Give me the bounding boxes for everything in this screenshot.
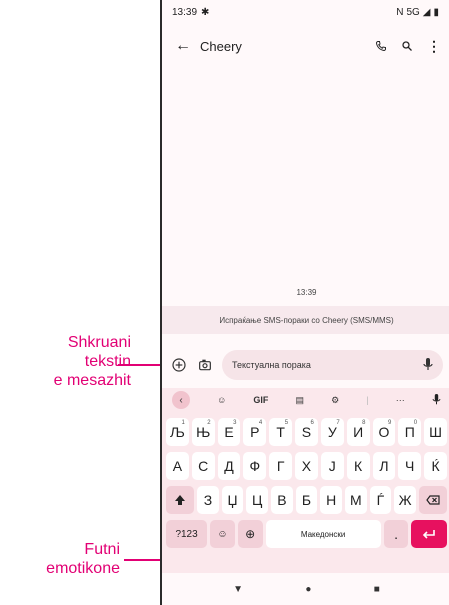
annotation-line-1: Futni bbox=[84, 541, 120, 558]
key[interactable]: Д bbox=[217, 452, 241, 480]
key[interactable]: Б bbox=[295, 486, 318, 514]
settings-icon[interactable]: ⚙ bbox=[331, 395, 339, 406]
message-input-placeholder: Текстуална порака bbox=[232, 360, 311, 370]
keyboard-row-1: Љ1 Њ2 Е3 Р4 Т5 Ѕ6 У7 И8 О9 П0 Ш bbox=[162, 418, 449, 446]
key[interactable]: Е3 bbox=[217, 418, 241, 446]
gallery-camera-icon[interactable] bbox=[196, 356, 214, 374]
space-bar[interactable]: Македонски bbox=[265, 520, 381, 548]
keyboard: ‹ ☺ GIF ▤ ⚙ | ··· Љ1 Њ2 Е3 Р4 Т5 Ѕ6 У7 И… bbox=[162, 388, 449, 573]
key[interactable]: Ц bbox=[246, 486, 269, 514]
message-timestamp: 13:39 bbox=[296, 288, 317, 297]
key[interactable]: М bbox=[344, 486, 367, 514]
key[interactable]: Ѕ6 bbox=[295, 418, 318, 446]
toolbar-divider: | bbox=[366, 395, 369, 405]
emoji-key[interactable]: ☺ bbox=[210, 520, 235, 548]
key[interactable]: Х bbox=[295, 452, 318, 480]
key[interactable]: П0 bbox=[398, 418, 422, 446]
gif-button[interactable]: GIF bbox=[253, 395, 268, 405]
back-arrow-icon[interactable]: ← bbox=[172, 37, 194, 55]
key[interactable]: Њ2 bbox=[191, 418, 215, 446]
phone-screen: 13:39 ✱ N 5G ◢ ▮ ← Cheery ⋮ 13:39 Испраќ… bbox=[160, 0, 449, 605]
keyboard-row-3: З Џ Ц В Б Н М Ѓ Ж bbox=[162, 486, 449, 514]
more-tools-button[interactable]: ··· bbox=[396, 395, 405, 405]
signal-icon: ◢ bbox=[422, 6, 431, 18]
key[interactable]: Р4 bbox=[243, 418, 267, 446]
enter-icon bbox=[423, 530, 436, 539]
compose-bar: Текстуална порака bbox=[162, 348, 449, 382]
network-type: 5G bbox=[406, 6, 420, 18]
enter-key[interactable] bbox=[411, 520, 448, 548]
status-time: 13:39 bbox=[172, 6, 198, 18]
key[interactable]: З bbox=[197, 486, 219, 514]
search-icon[interactable] bbox=[401, 40, 413, 52]
symbols-key[interactable]: ?123 bbox=[166, 520, 208, 548]
annotation-emoji: Futni emotikone bbox=[0, 540, 120, 578]
key[interactable]: О9 bbox=[372, 418, 396, 446]
key[interactable]: Џ bbox=[221, 486, 244, 514]
globe-icon: ⊕ bbox=[245, 527, 256, 541]
sms-info-banner: Испраќање SMS-пораки со Cheery (SMS/MMS) bbox=[162, 306, 449, 334]
key[interactable]: Ј bbox=[320, 452, 344, 480]
message-input-field[interactable]: Текстуална порака bbox=[222, 350, 443, 380]
key[interactable]: Ж bbox=[394, 486, 416, 514]
key[interactable]: Ф bbox=[243, 452, 267, 480]
keyboard-row-4: ?123 ☺ ⊕ Македонски . bbox=[162, 520, 449, 548]
key[interactable]: Ч bbox=[398, 452, 422, 480]
phone-call-icon[interactable] bbox=[375, 40, 387, 52]
period-key[interactable]: . bbox=[383, 520, 409, 548]
clipboard-icon[interactable]: ▤ bbox=[296, 395, 305, 406]
keyboard-row-2: А С Д Ф Г Х Ј К Л Ч Ќ bbox=[162, 452, 449, 480]
emoji-icon: ☺ bbox=[217, 528, 228, 540]
battery-icon: ▮ bbox=[433, 6, 439, 18]
key[interactable]: Ѓ bbox=[369, 486, 392, 514]
keyboard-toolbar: ‹ ☺ GIF ▤ ⚙ | ··· bbox=[162, 388, 449, 412]
backspace-icon bbox=[426, 495, 440, 505]
sticker-icon[interactable]: ☺ bbox=[217, 395, 226, 405]
annotation-line-2: tekstin bbox=[84, 353, 131, 370]
more-options-icon[interactable]: ⋮ bbox=[427, 38, 441, 55]
key[interactable]: Ќ bbox=[424, 452, 447, 480]
chevron-left-icon[interactable]: ‹ bbox=[172, 391, 190, 409]
navigation-bar: ▼ ● ■ bbox=[162, 573, 449, 605]
key[interactable]: В bbox=[271, 486, 293, 514]
key[interactable]: У7 bbox=[320, 418, 344, 446]
key[interactable]: Т5 bbox=[269, 418, 293, 446]
annotation-line-3: e mesazhit bbox=[53, 372, 131, 389]
backspace-key[interactable] bbox=[418, 486, 448, 514]
key[interactable]: Ш bbox=[424, 418, 447, 446]
key[interactable]: Н bbox=[320, 486, 342, 514]
key[interactable]: И8 bbox=[346, 418, 370, 446]
shift-key[interactable] bbox=[166, 486, 195, 514]
key[interactable]: С bbox=[191, 452, 215, 480]
app-bar: ← Cheery ⋮ bbox=[162, 30, 449, 62]
key[interactable]: К bbox=[346, 452, 370, 480]
contact-name[interactable]: Cheery bbox=[200, 39, 242, 54]
voice-input-icon[interactable] bbox=[432, 394, 441, 406]
add-attachment-icon[interactable] bbox=[170, 356, 188, 374]
status-bar: 13:39 ✱ N 5G ◢ ▮ bbox=[162, 0, 449, 24]
nav-home-icon[interactable]: ● bbox=[305, 584, 311, 595]
key[interactable]: Л bbox=[372, 452, 396, 480]
annotation-line-1: Shkruani bbox=[67, 334, 131, 351]
nfc-icon: N bbox=[396, 6, 404, 18]
key[interactable]: Г bbox=[269, 452, 293, 480]
microphone-icon[interactable] bbox=[423, 358, 433, 372]
nav-back-icon[interactable]: ▼ bbox=[233, 584, 243, 595]
annotation-line-2: emotikone bbox=[46, 560, 120, 577]
language-key[interactable]: ⊕ bbox=[237, 520, 263, 548]
shift-icon bbox=[175, 495, 186, 505]
settings-gear-icon: ✱ bbox=[201, 6, 210, 18]
annotation-text-field: Shkruani tekstin e mesazhit bbox=[0, 333, 131, 390]
key[interactable]: А bbox=[166, 452, 189, 480]
key[interactable]: Љ1 bbox=[166, 418, 189, 446]
nav-recents-icon[interactable]: ■ bbox=[374, 584, 380, 595]
